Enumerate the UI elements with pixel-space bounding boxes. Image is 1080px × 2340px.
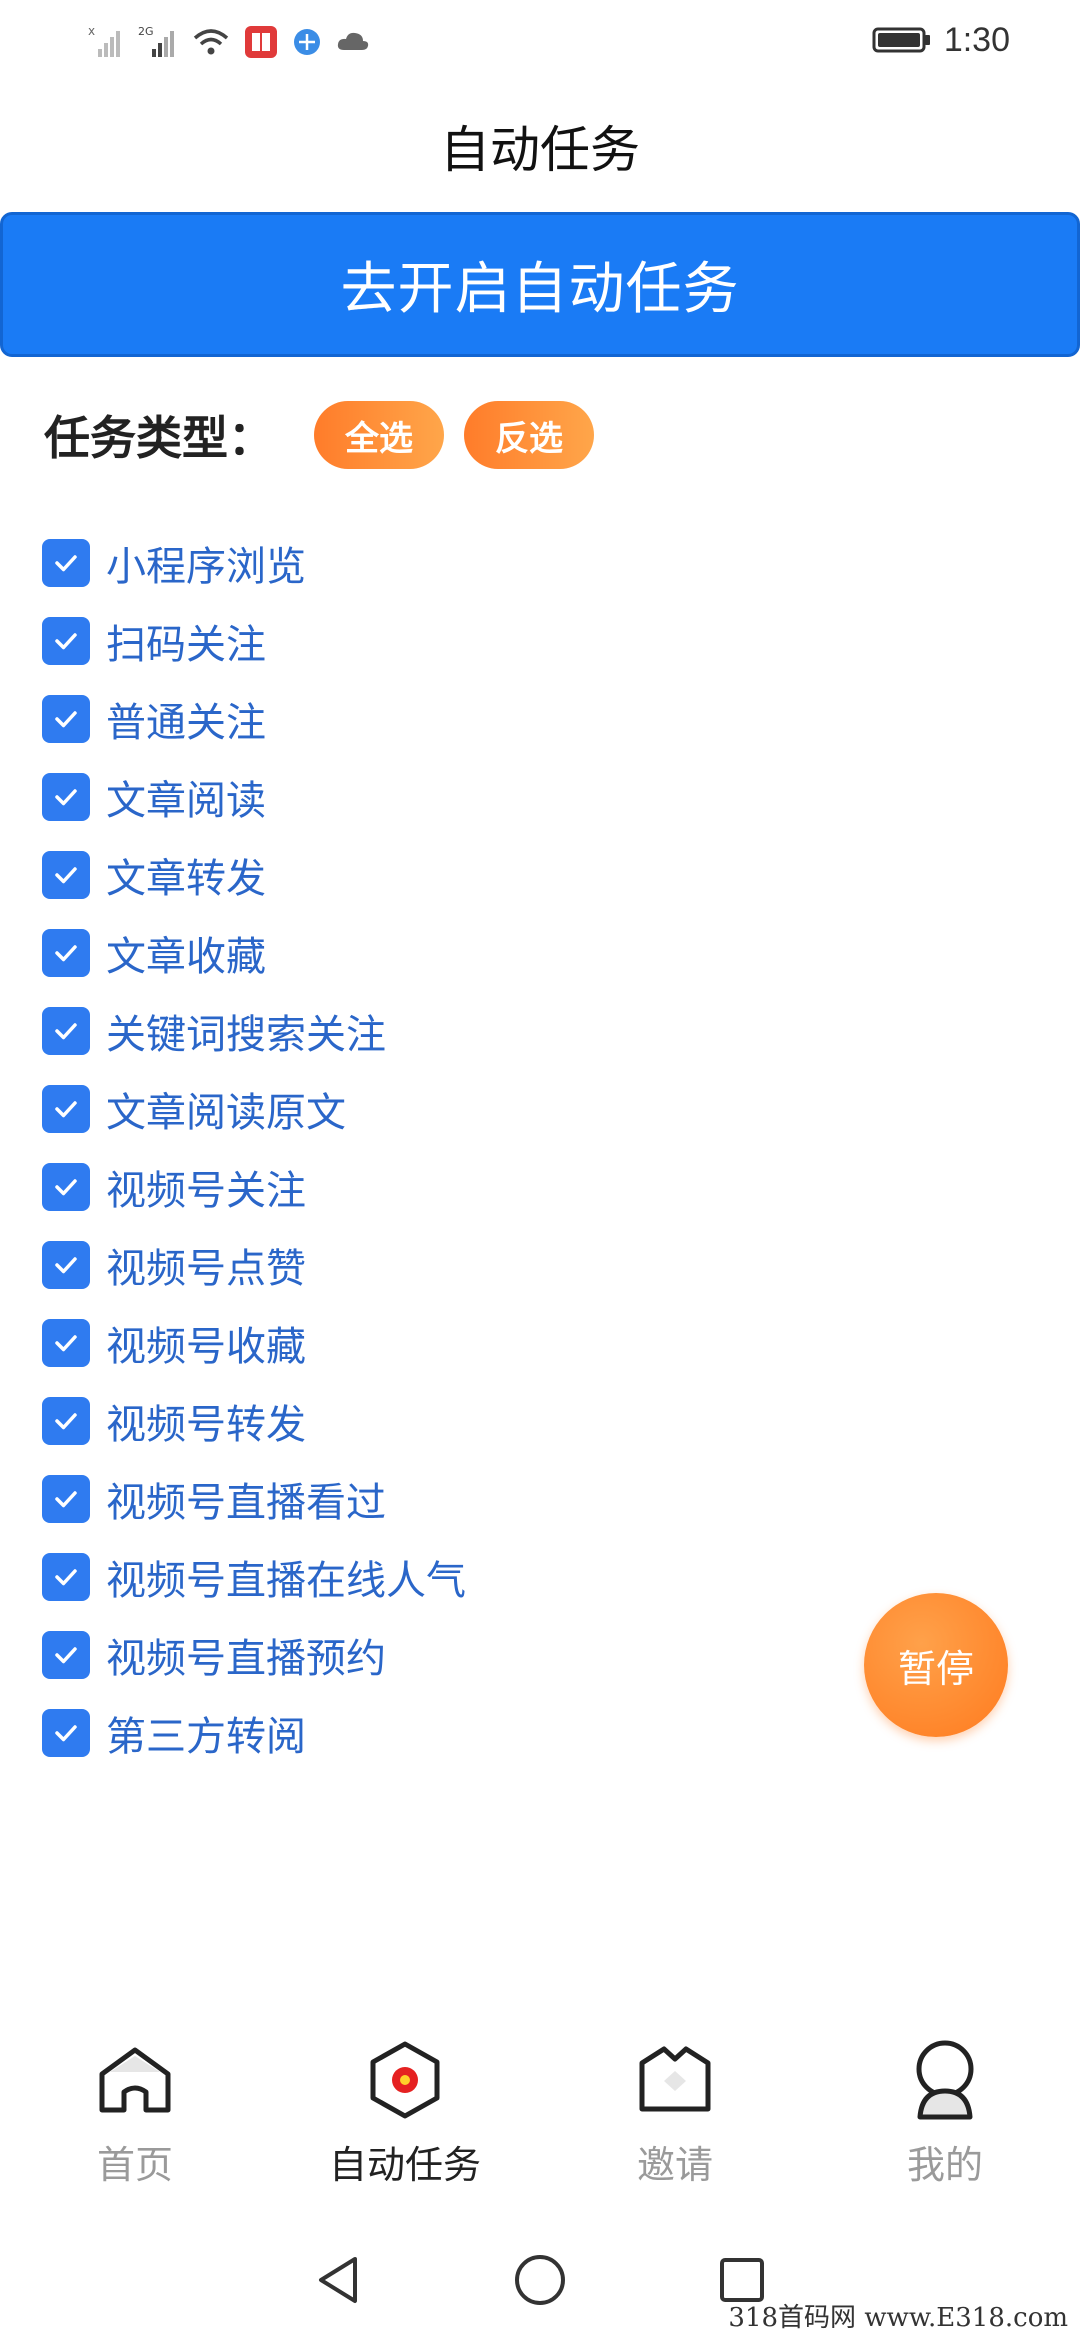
svg-text:2G: 2G [138, 25, 154, 38]
signal-2g-icon: 2G [138, 25, 174, 57]
checkbox-checked-icon[interactable] [42, 1631, 90, 1679]
nav-label-profile: 我的 [906, 2143, 983, 2187]
back-triangle-icon[interactable] [313, 2253, 363, 2307]
task-type-label: 任务类型： [44, 411, 274, 465]
status-icons-left: x 2G [88, 22, 370, 62]
task-item[interactable]: 视频号收藏 [42, 1304, 942, 1382]
checkbox-checked-icon[interactable] [42, 539, 90, 587]
home-icon [95, 2040, 175, 2120]
nav-label-auto-task: 自动任务 [328, 2143, 481, 2187]
task-label: 视频号转发 [106, 1402, 306, 1448]
task-item[interactable]: 文章收藏 [42, 914, 942, 992]
task-item[interactable]: 普通关注 [42, 680, 942, 758]
page-title: 自动任务 [440, 121, 640, 179]
task-item[interactable]: 视频号直播在线人气 [42, 1538, 942, 1616]
status-icons-right: 1:30 [872, 20, 1010, 60]
task-label: 扫码关注 [106, 622, 266, 668]
home-circle-icon[interactable] [513, 2253, 567, 2307]
nav-label-invite: 邀请 [636, 2143, 713, 2187]
checkbox-checked-icon[interactable] [42, 851, 90, 899]
status-time: 1:30 [943, 20, 1010, 59]
task-item[interactable]: 视频号转发 [42, 1382, 942, 1460]
browser-icon [294, 29, 320, 55]
nav-item-home[interactable]: 首页 [0, 2040, 270, 2220]
task-label: 文章转发 [106, 856, 266, 902]
task-item[interactable]: 文章阅读 [42, 758, 942, 836]
status-bar: x 2G 1:30 [0, 0, 1080, 80]
task-item[interactable]: 关键词搜索关注 [42, 992, 942, 1070]
checkbox-checked-icon[interactable] [42, 929, 90, 977]
task-item[interactable]: 文章阅读原文 [42, 1070, 942, 1148]
invite-icon [635, 2040, 715, 2120]
checkbox-checked-icon[interactable] [42, 1709, 90, 1757]
checkbox-checked-icon[interactable] [42, 1085, 90, 1133]
screen: x 2G 1:30 自动任务 去开启自动任务 任务类型： 全选 反选 小程序浏览… [0, 0, 1080, 2340]
task-label: 视频号关注 [106, 1168, 306, 1214]
task-type-list: 小程序浏览 扫码关注 普通关注 文章阅读 文章转发 文章收藏 关键词搜索关注 文… [42, 524, 942, 1772]
checkbox-checked-icon[interactable] [42, 1475, 90, 1523]
task-label: 视频号直播在线人气 [106, 1558, 466, 1604]
watermark: 318首码网 www.E318.com [728, 2303, 1068, 2333]
signal-off-icon: x [88, 25, 120, 57]
cloud-icon [337, 32, 369, 50]
checkbox-checked-icon[interactable] [42, 1553, 90, 1601]
checkbox-checked-icon[interactable] [42, 1319, 90, 1367]
profile-icon [905, 2040, 985, 2120]
bottom-nav: 首页 自动任务 邀请 我的 [0, 2040, 1080, 2220]
task-label: 视频号直播看过 [106, 1480, 386, 1526]
task-label: 文章阅读原文 [106, 1090, 346, 1136]
task-label: 第三方转阅 [106, 1714, 306, 1760]
invert-selection-button[interactable]: 反选 [464, 401, 594, 469]
battery-icon [872, 27, 930, 53]
checkbox-checked-icon[interactable] [42, 1241, 90, 1289]
task-label: 视频号收藏 [106, 1324, 306, 1370]
task-item[interactable]: 视频号直播预约 [42, 1616, 942, 1694]
task-label: 小程序浏览 [106, 544, 306, 590]
checkbox-checked-icon[interactable] [42, 1397, 90, 1445]
task-item[interactable]: 视频号直播看过 [42, 1460, 942, 1538]
svg-text:x: x [88, 25, 95, 38]
checkbox-checked-icon[interactable] [42, 1163, 90, 1211]
select-all-button[interactable]: 全选 [314, 401, 444, 469]
task-item[interactable]: 小程序浏览 [42, 524, 942, 602]
nav-item-profile[interactable]: 我的 [810, 2040, 1080, 2220]
task-label: 文章收藏 [106, 934, 266, 980]
task-label: 关键词搜索关注 [106, 1012, 386, 1058]
pause-button[interactable]: 暂停 [864, 1593, 1008, 1737]
task-item[interactable]: 第三方转阅 [42, 1694, 942, 1772]
nav-label-home: 首页 [96, 2143, 173, 2187]
nav-item-auto-task[interactable]: 自动任务 [270, 2040, 540, 2220]
checkbox-checked-icon[interactable] [42, 773, 90, 821]
checkbox-checked-icon[interactable] [42, 1007, 90, 1055]
auto-task-icon [365, 2040, 445, 2120]
task-item[interactable]: 扫码关注 [42, 602, 942, 680]
checkbox-checked-icon[interactable] [42, 695, 90, 743]
task-label: 视频号直播预约 [106, 1636, 386, 1682]
wifi-icon [193, 29, 229, 55]
task-item[interactable]: 视频号点赞 [42, 1226, 942, 1304]
task-label: 普通关注 [106, 700, 266, 746]
start-auto-task-button[interactable]: 去开启自动任务 [0, 212, 1080, 357]
task-type-row: 任务类型： 全选 反选 [44, 400, 614, 470]
task-label: 文章阅读 [106, 778, 266, 824]
book-app-icon [245, 26, 277, 58]
checkbox-checked-icon[interactable] [42, 617, 90, 665]
nav-item-invite[interactable]: 邀请 [540, 2040, 810, 2220]
task-item[interactable]: 视频号关注 [42, 1148, 942, 1226]
task-label: 视频号点赞 [106, 1246, 306, 1292]
task-item[interactable]: 文章转发 [42, 836, 942, 914]
